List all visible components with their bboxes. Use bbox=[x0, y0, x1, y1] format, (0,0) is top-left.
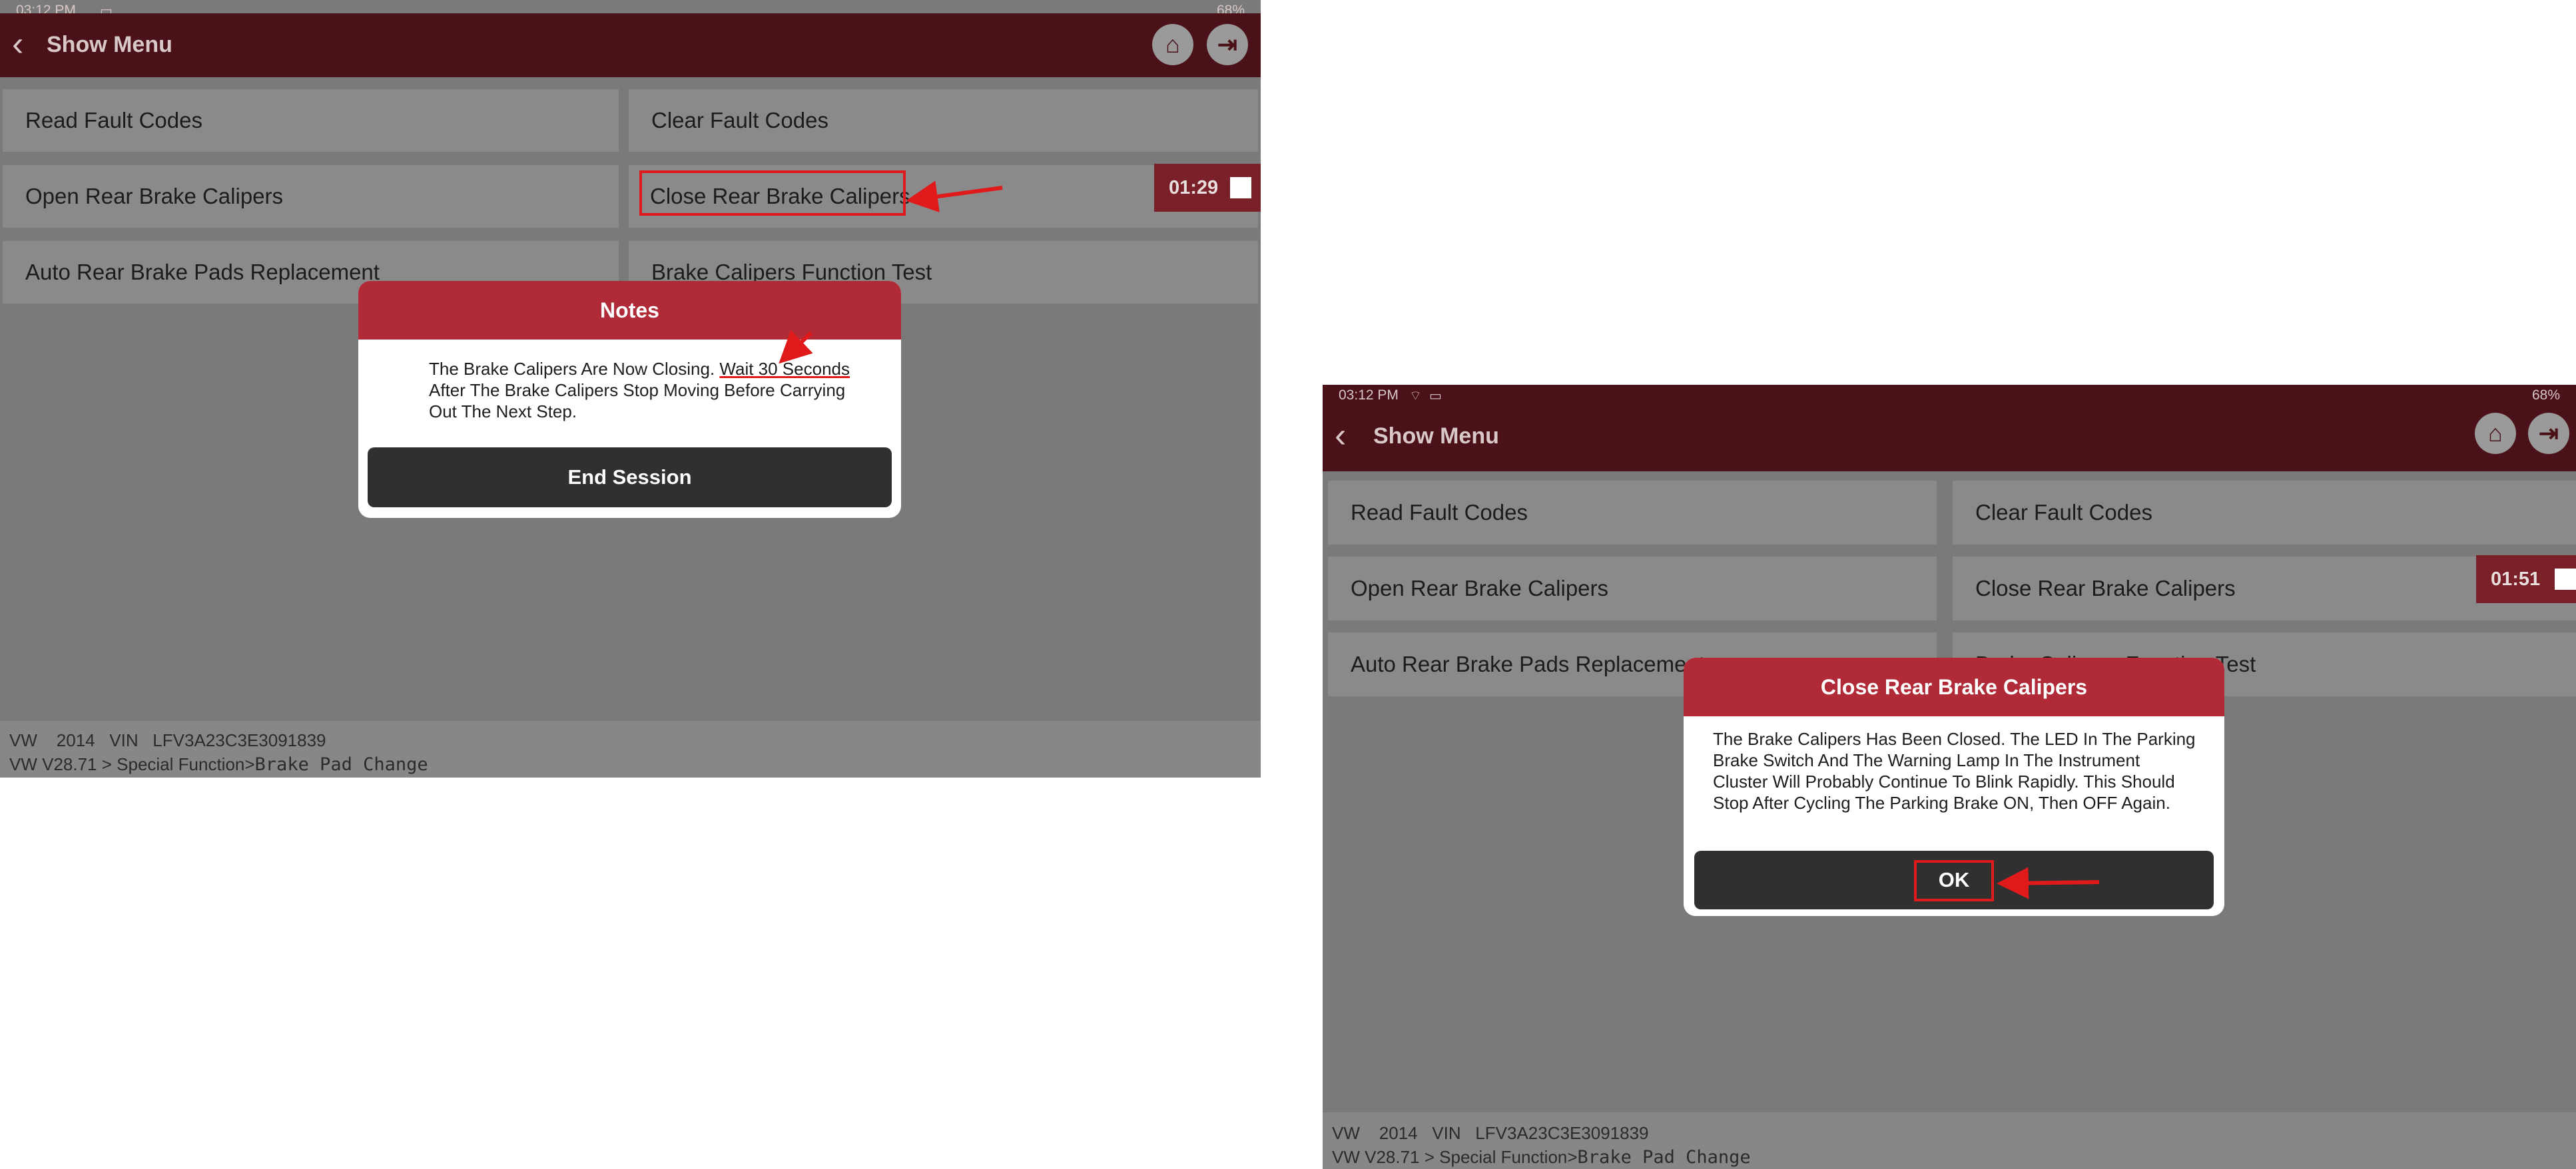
annotation-arrows bbox=[779, 180, 2100, 899]
arrow-to-wait-text bbox=[779, 330, 813, 364]
arrow-to-close-calipers bbox=[906, 180, 1003, 212]
arrow-to-ok-button bbox=[1997, 867, 2100, 899]
